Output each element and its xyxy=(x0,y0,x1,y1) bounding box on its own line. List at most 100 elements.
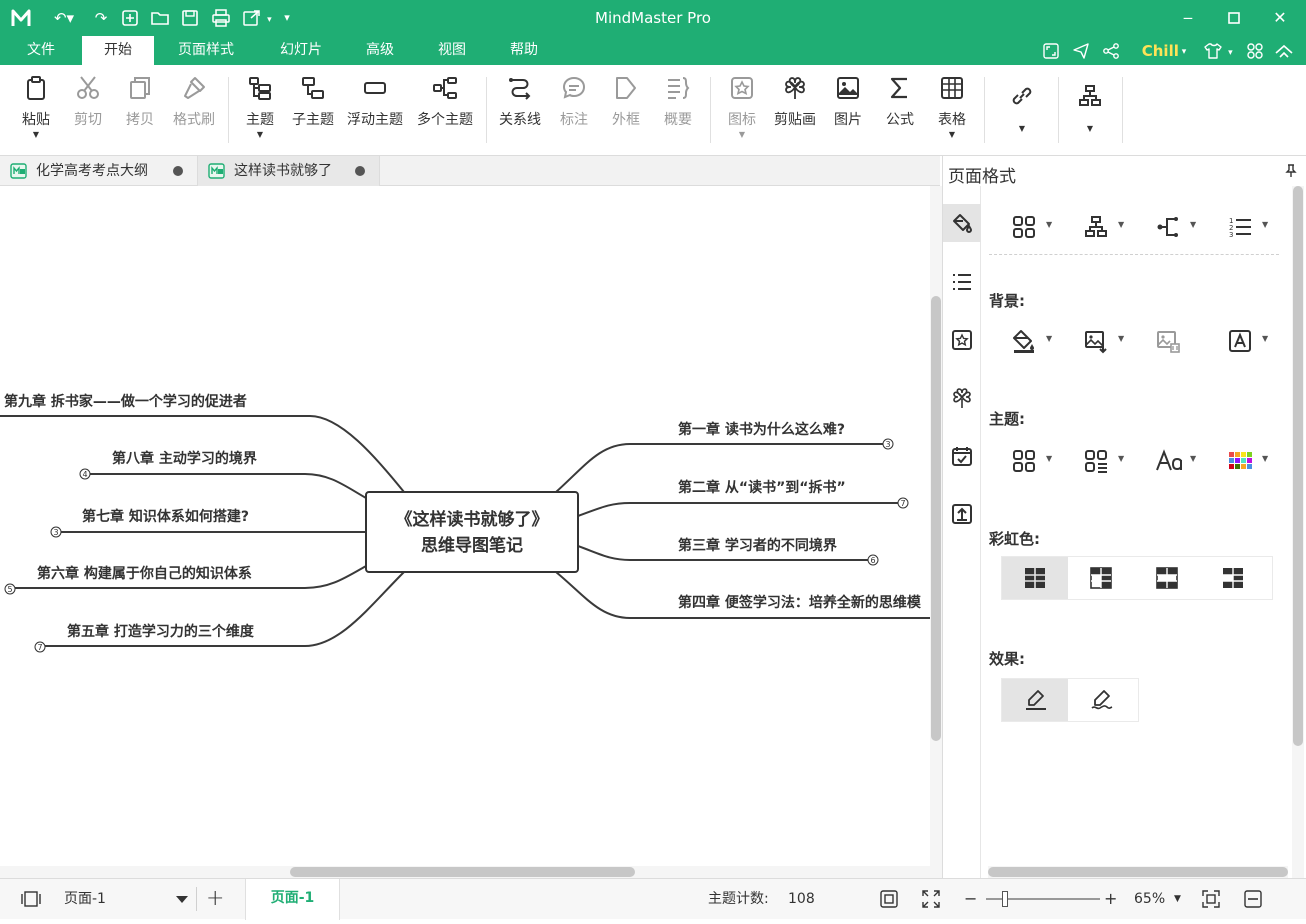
zoom-in-icon[interactable]: + xyxy=(1104,879,1118,920)
watermark-select[interactable]: ▼ xyxy=(1217,320,1277,360)
summary-button[interactable]: 概要 xyxy=(656,75,700,145)
scrollbar-thumb[interactable] xyxy=(290,867,635,877)
fit-window-icon[interactable] xyxy=(1202,879,1224,920)
menu-page-style[interactable]: 页面样式 xyxy=(166,36,246,65)
topic-right-1[interactable]: 第一章 读书为什么这么难? xyxy=(678,421,845,438)
fit-page-icon[interactable] xyxy=(880,879,902,920)
effect-option-plain[interactable] xyxy=(1002,679,1068,721)
export-tab[interactable] xyxy=(943,494,981,532)
clipart-tab[interactable] xyxy=(943,378,981,416)
redo-icon[interactable]: ↷ xyxy=(90,7,112,29)
add-page-icon[interactable]: + xyxy=(206,879,228,920)
copy-button[interactable]: 拷贝 xyxy=(118,75,162,145)
background-color-select[interactable]: ▼ xyxy=(1001,320,1061,360)
topic-button[interactable]: 主题 ▼ xyxy=(238,75,282,145)
topic-right-3[interactable]: 第三章 学习者的不同境界 xyxy=(678,537,838,554)
mindmap-canvas[interactable]: 《这样读书就够了》 思维导图笔记 第一章 读书为什么这么难? 3 第二章 从“读… xyxy=(0,186,930,878)
formula-button[interactable]: 公式 xyxy=(878,75,922,145)
rainbow-option-1[interactable] xyxy=(1002,557,1068,599)
zoom-out-icon[interactable]: − xyxy=(964,879,978,920)
menu-view[interactable]: 视图 xyxy=(424,36,480,65)
format-painter-button[interactable]: 格式刷 xyxy=(168,75,220,145)
numbering-select[interactable]: 123 ▼ xyxy=(1217,206,1277,246)
cut-button[interactable]: 剪切 xyxy=(66,75,110,145)
open-folder-icon[interactable] xyxy=(148,7,172,29)
page-format-tab[interactable] xyxy=(943,204,981,242)
panel-vertical-scrollbar[interactable] xyxy=(1292,186,1304,878)
maximize-icon[interactable] xyxy=(1222,6,1246,30)
central-topic[interactable] xyxy=(365,491,579,573)
panel-horizontal-scrollbar[interactable] xyxy=(988,866,1288,878)
floating-topic-button[interactable]: 浮动主题 xyxy=(344,75,406,145)
new-file-icon[interactable] xyxy=(118,7,142,29)
icon-tab[interactable] xyxy=(943,320,981,358)
table-button[interactable]: 表格 ▼ xyxy=(930,75,974,145)
structure-select[interactable]: ▼ xyxy=(1073,206,1133,246)
topic-left-7[interactable]: 第七章 知识体系如何搭建? xyxy=(82,508,249,525)
minimize-icon[interactable]: ‒ xyxy=(1176,6,1200,30)
rainbow-option-3[interactable] xyxy=(1134,557,1200,599)
outline-tab[interactable] xyxy=(943,262,981,300)
save-icon[interactable] xyxy=(178,7,202,29)
zoom-value[interactable]: 65% xyxy=(1134,879,1165,920)
menu-help[interactable]: 帮助 xyxy=(496,36,552,65)
theme-selector[interactable]: Chill ▾ xyxy=(1138,40,1190,62)
paste-button[interactable]: 粘贴 ▼ xyxy=(14,75,58,145)
share-icon[interactable] xyxy=(1100,40,1122,62)
doc-tab-chemistry[interactable]: 化学高考考点大纲 xyxy=(0,156,198,186)
connector-style-select[interactable]: ▼ xyxy=(1145,206,1205,246)
menu-advanced[interactable]: 高级 xyxy=(350,36,410,65)
multi-topic-button[interactable]: 多个主题 xyxy=(414,75,476,145)
print-icon[interactable] xyxy=(208,7,234,29)
link-button[interactable]: ▼ xyxy=(1000,75,1044,145)
page-list-icon[interactable] xyxy=(20,879,46,920)
fullscreen-icon[interactable] xyxy=(1040,40,1062,62)
remove-background-image-button[interactable] xyxy=(1145,320,1205,360)
close-icon[interactable]: ✕ xyxy=(1268,6,1292,30)
theme-color-select[interactable]: ▼ xyxy=(1217,440,1277,480)
fullscreen-icon[interactable] xyxy=(922,879,944,920)
export-icon[interactable]: ▾ xyxy=(240,7,274,29)
theme-font-select[interactable]: ▼ xyxy=(1145,440,1205,480)
icon-button[interactable]: 图标 ▼ xyxy=(720,75,764,145)
boundary-button[interactable]: 外框 xyxy=(604,75,648,145)
rainbow-option-4[interactable] xyxy=(1200,557,1266,599)
topic-left-9[interactable]: 第九章 拆书家——做一个学习的促进者 xyxy=(4,393,247,410)
menu-home[interactable]: 开始 xyxy=(82,36,154,65)
topic-left-8[interactable]: 第八章 主动学习的境界 xyxy=(112,450,258,467)
menu-slides[interactable]: 幻灯片 xyxy=(266,36,336,65)
relationship-button[interactable]: 关系线 xyxy=(494,75,546,145)
page-tab-1[interactable]: 页面-1 xyxy=(245,879,340,920)
layout-button[interactable]: ▼ xyxy=(1068,75,1112,145)
menu-file[interactable]: 文件 xyxy=(12,36,70,65)
background-image-select[interactable]: ▼ xyxy=(1073,320,1133,360)
collapse-panel-icon[interactable] xyxy=(1244,879,1266,920)
doc-tab-reading[interactable]: 这样读书就够了 xyxy=(198,156,380,186)
send-icon[interactable] xyxy=(1070,40,1092,62)
callout-button[interactable]: 标注 xyxy=(552,75,596,145)
topic-right-2[interactable]: 第二章 从“读书”到“拆书” xyxy=(678,479,846,496)
rainbow-option-2[interactable] xyxy=(1068,557,1134,599)
theme-select[interactable]: ▼ xyxy=(1001,440,1061,480)
clipart-button[interactable]: 剪贴画 xyxy=(770,75,820,145)
topic-left-5[interactable]: 第五章 打造学习力的三个维度 xyxy=(67,623,255,640)
scrollbar-thumb[interactable] xyxy=(988,867,1288,877)
canvas-vertical-scrollbar[interactable] xyxy=(930,186,942,878)
customize-toolbar-icon[interactable]: ▾ xyxy=(280,7,294,29)
topic-left-6[interactable]: 第六章 构建属于你自己的知识体系 xyxy=(37,565,252,582)
layout-select[interactable]: ▼ xyxy=(1001,206,1061,246)
skin-icon[interactable]: ▾ xyxy=(1200,40,1236,62)
canvas-horizontal-scrollbar[interactable] xyxy=(0,866,930,878)
apps-icon[interactable] xyxy=(1244,40,1266,62)
undo-icon[interactable]: ↶▾ xyxy=(50,7,78,29)
zoom-dropdown-icon[interactable]: ▼ xyxy=(1174,879,1184,920)
scrollbar-thumb[interactable] xyxy=(931,296,941,741)
topic-right-4[interactable]: 第四章 便签学习法：培养全新的思维模 xyxy=(678,594,922,611)
effect-option-hand-drawn[interactable] xyxy=(1068,679,1134,721)
theme-style-select[interactable]: ▼ xyxy=(1073,440,1133,480)
page-select[interactable]: 页面-1 xyxy=(60,887,190,911)
pin-icon[interactable] xyxy=(1285,164,1297,182)
zoom-slider[interactable] xyxy=(986,879,1100,920)
task-tab[interactable] xyxy=(943,436,981,474)
subtopic-button[interactable]: 子主题 xyxy=(288,75,338,145)
